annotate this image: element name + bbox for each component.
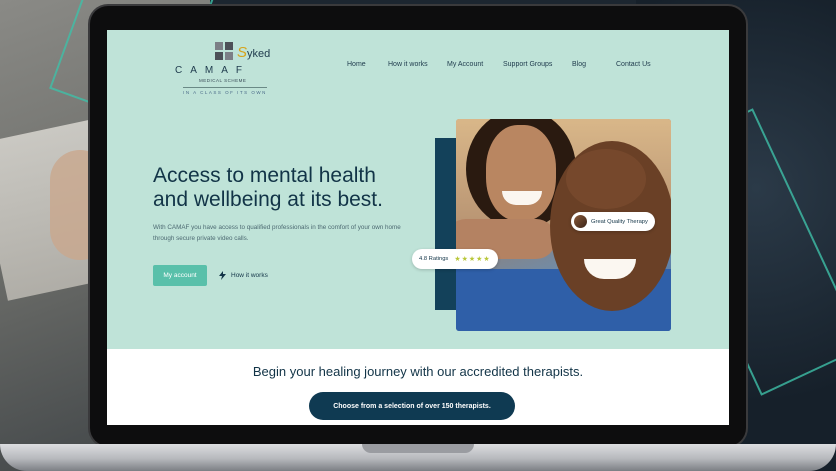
choose-therapist-button[interactable]: Choose from a selection of over 150 ther… — [309, 392, 515, 420]
my-account-button[interactable]: My account — [153, 265, 207, 286]
how-it-works-link[interactable]: How it works — [219, 271, 268, 280]
nav-contact-us[interactable]: Contact Us — [616, 61, 651, 68]
quality-badge: Great Quality Therapy — [571, 212, 655, 231]
nav-how-it-works[interactable]: How it works — [388, 61, 428, 68]
therapist-avatar — [574, 215, 587, 228]
nav-support-groups[interactable]: Support Groups — [503, 61, 552, 68]
laptop-screen: Syked CAMAF MEDICAL SCHEME IN A CLASS OF… — [107, 30, 729, 425]
camaf-syked-logo[interactable]: Syked CAMAF MEDICAL SCHEME IN A CLASS OF… — [171, 42, 281, 98]
hero-subtitle: With CAMAF you have access to qualified … — [153, 224, 401, 242]
logo-scheme-text: MEDICAL SCHEME — [199, 78, 247, 83]
nav-home[interactable]: Home — [347, 61, 366, 68]
camaf-wordmark: CAMAF — [175, 65, 250, 76]
therapists-band: Begin your healing journey with our accr… — [107, 349, 729, 425]
star-rating-icon: ★★★★★ — [454, 256, 491, 263]
syked-wordmark: Syked — [237, 44, 271, 61]
bolt-icon — [219, 271, 226, 280]
logo-squares-icon — [215, 42, 233, 60]
nav-blog[interactable]: Blog — [572, 61, 586, 68]
laptop-notch — [362, 444, 474, 453]
band-title: Begin your healing journey with our accr… — [252, 364, 584, 379]
rating-badge: 4.8 Ratings ★★★★★ — [412, 249, 498, 269]
nav-my-account[interactable]: My Account — [447, 61, 483, 68]
logo-tagline: IN A CLASS OF ITS OWN — [183, 87, 267, 95]
hero-title: Access to mental health and wellbeing at… — [153, 164, 383, 211]
